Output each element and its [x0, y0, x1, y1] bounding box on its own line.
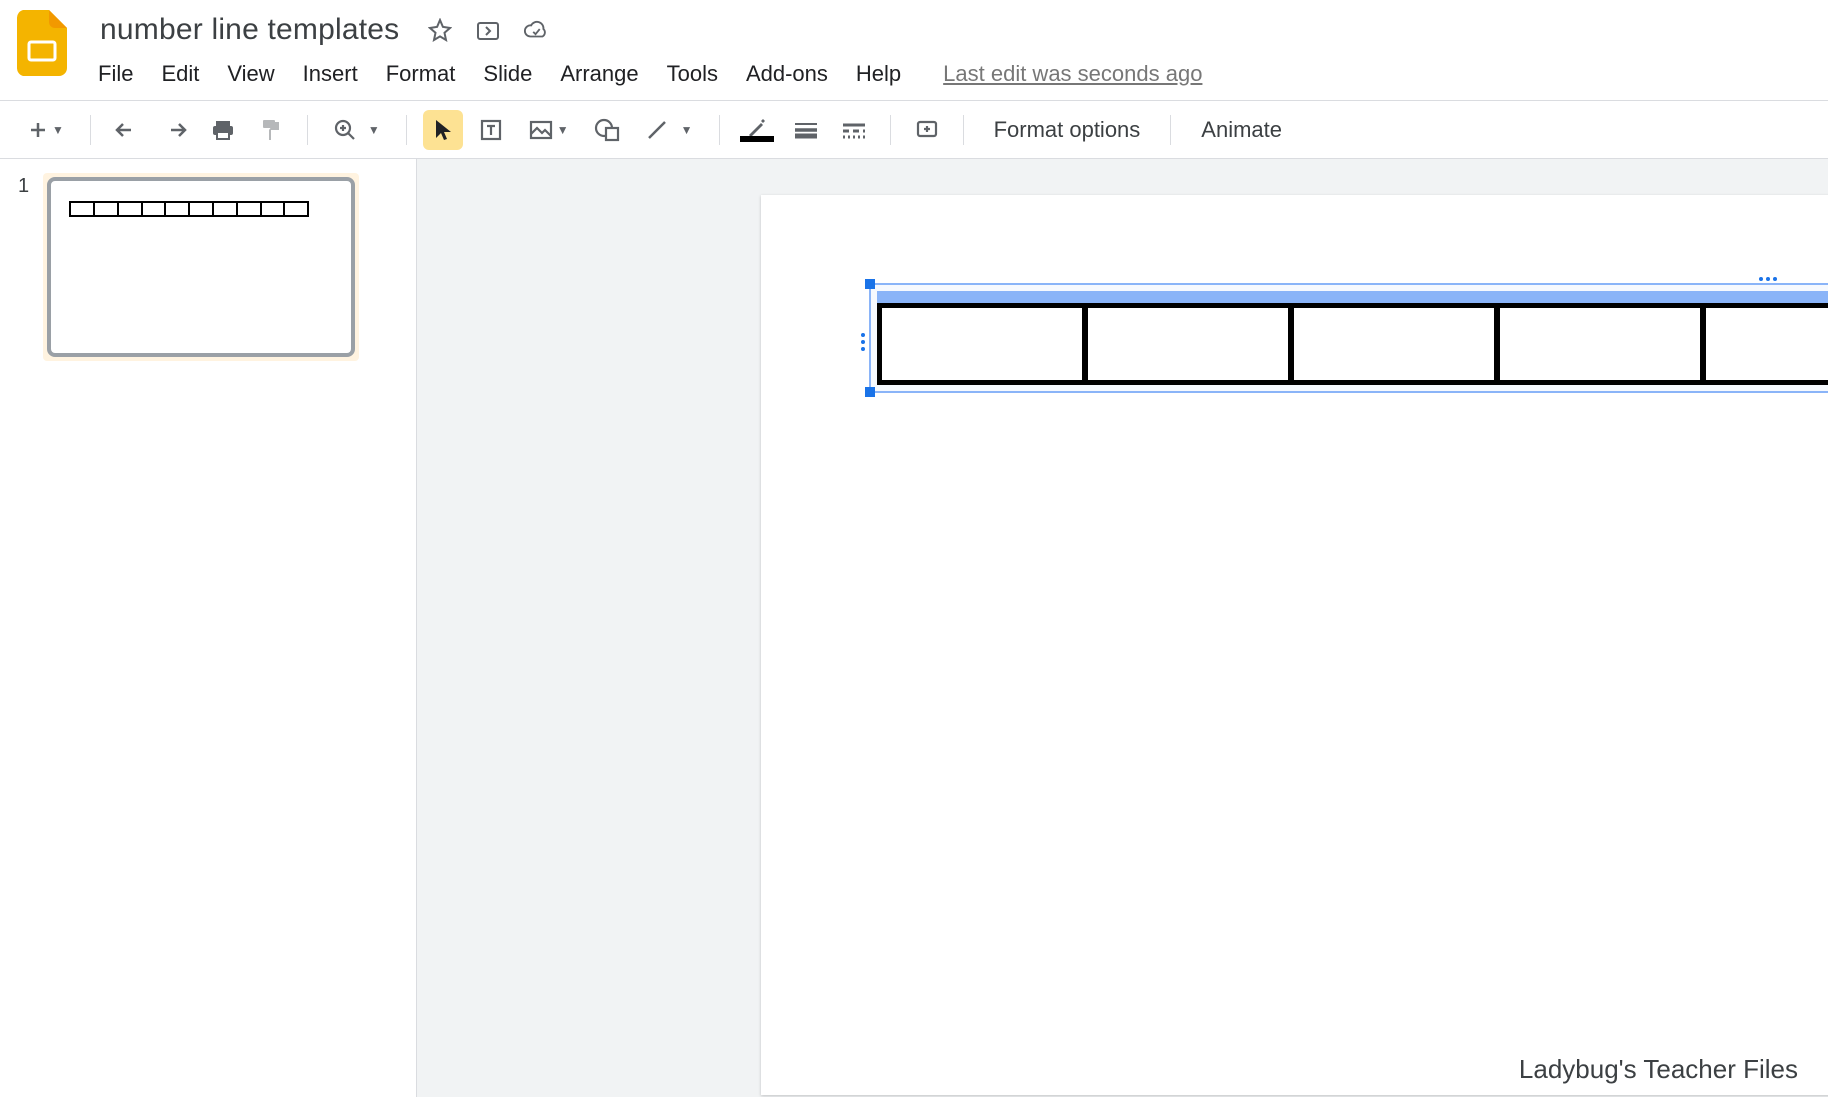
canvas-area[interactable]: Ladybug's Teacher Files: [416, 159, 1828, 1097]
textbox-tool-button[interactable]: [471, 110, 511, 150]
menu-edit[interactable]: Edit: [147, 57, 213, 91]
select-tool-button[interactable]: [423, 110, 463, 150]
thumbnail-content-icon: [69, 201, 309, 217]
menu-help[interactable]: Help: [842, 57, 915, 91]
filmstrip: 1: [0, 159, 416, 1097]
animate-button[interactable]: Animate: [1187, 117, 1296, 143]
comment-button[interactable]: [907, 110, 947, 150]
workspace: 1: [0, 159, 1828, 1097]
cloud-saved-icon[interactable]: [523, 17, 549, 43]
move-icon[interactable]: [475, 17, 501, 43]
title-bar: number line templates Fi: [0, 0, 1828, 94]
border-color-swatch: [740, 136, 774, 142]
document-title[interactable]: number line templates: [94, 11, 405, 49]
zoom-button[interactable]: ▼: [324, 110, 390, 150]
resize-handle-icon[interactable]: [865, 279, 875, 289]
slide-number: 1: [18, 175, 29, 198]
border-dash-button[interactable]: [834, 110, 874, 150]
menu-arrange[interactable]: Arrange: [546, 57, 652, 91]
undo-button[interactable]: [107, 110, 147, 150]
menu-slide[interactable]: Slide: [469, 57, 546, 91]
new-slide-button[interactable]: ▼: [18, 110, 74, 150]
watermark-text: Ladybug's Teacher Files: [1519, 1054, 1798, 1085]
last-edit-link[interactable]: Last edit was seconds ago: [943, 61, 1202, 87]
paint-format-button: [251, 110, 291, 150]
slide-canvas[interactable]: [761, 195, 1828, 1095]
menu-view[interactable]: View: [213, 57, 288, 91]
menu-file[interactable]: File: [94, 57, 147, 91]
number-line-table[interactable]: [877, 303, 1828, 385]
column-handle-icon[interactable]: [1759, 277, 1777, 283]
line-tool-button[interactable]: ▼: [635, 110, 703, 150]
resize-handle-icon[interactable]: [865, 387, 875, 397]
menu-addons[interactable]: Add-ons: [732, 57, 842, 91]
row-handle-icon[interactable]: [861, 333, 865, 351]
menu-format[interactable]: Format: [372, 57, 470, 91]
toolbar: ▼ ▼ ▼ ▼: [0, 101, 1828, 159]
slide-thumbnail-selected[interactable]: [43, 173, 359, 361]
table-header-strip: [877, 291, 1828, 303]
border-weight-button[interactable]: [786, 110, 826, 150]
slides-logo[interactable]: [16, 8, 68, 78]
redo-button[interactable]: [155, 110, 195, 150]
border-color-button[interactable]: [736, 110, 778, 150]
print-button[interactable]: [203, 110, 243, 150]
menu-bar: File Edit View Insert Format Slide Arran…: [94, 54, 1202, 94]
star-icon[interactable]: [427, 17, 453, 43]
selected-table[interactable]: [869, 283, 1828, 393]
menu-tools[interactable]: Tools: [653, 57, 732, 91]
shape-tool-button[interactable]: [587, 110, 627, 150]
menu-insert[interactable]: Insert: [289, 57, 372, 91]
format-options-button[interactable]: Format options: [980, 117, 1155, 143]
image-tool-button[interactable]: ▼: [519, 110, 579, 150]
doc-title-row: number line templates: [94, 8, 1202, 52]
slide-thumbnail-row: 1: [18, 173, 398, 361]
